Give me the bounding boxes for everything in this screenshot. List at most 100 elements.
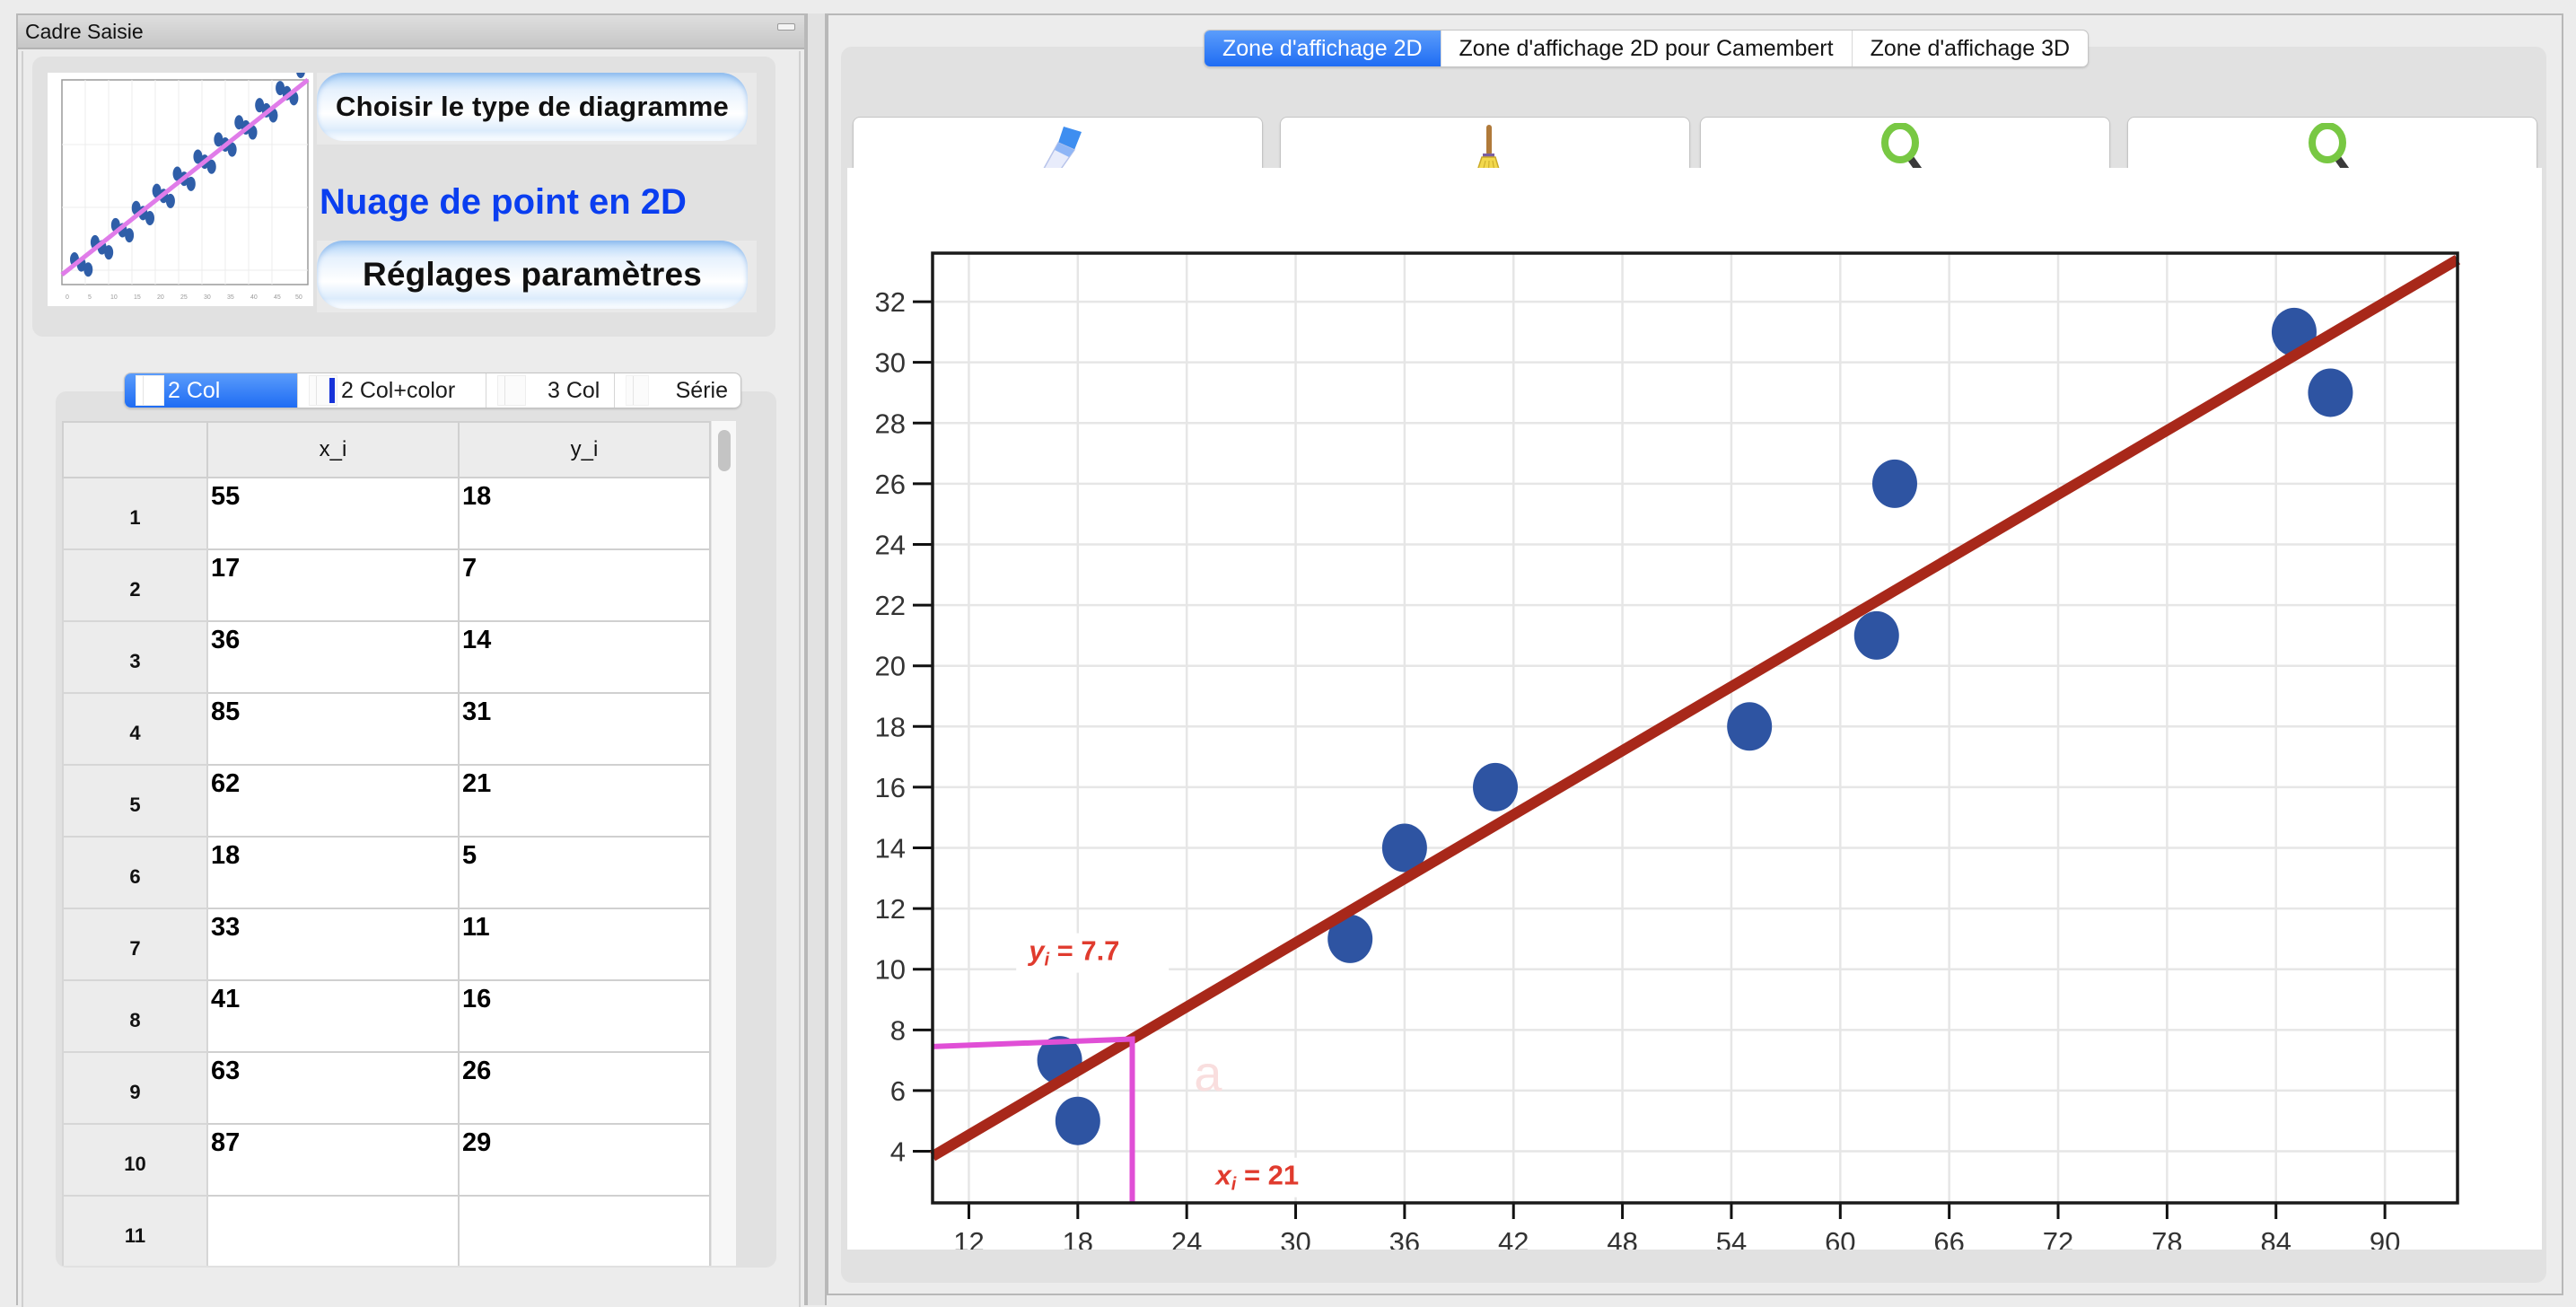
input-mode-3-col[interactable]: 3 Col: [486, 373, 615, 408]
y-tick-label: 4: [890, 1136, 906, 1168]
cell-x[interactable]: 33: [206, 908, 460, 981]
x-tick-label: 48: [1607, 1226, 1637, 1250]
row-header[interactable]: 3: [62, 620, 208, 694]
cell-y[interactable]: 11: [458, 908, 711, 981]
chart-area[interactable]: 12 18 24 30 36 42 48 54 60 66 72 78 84 90 4 6 8 10 12 14 16 1…: [847, 168, 2542, 1250]
table-row: 9 63 26: [62, 1051, 711, 1125]
scrollbar-thumb[interactable]: [718, 430, 731, 471]
row-header[interactable]: 11: [62, 1195, 208, 1266]
svg-text:5: 5: [88, 294, 92, 301]
cell-y[interactable]: [458, 1195, 711, 1266]
settings-button[interactable]: Réglages paramètres: [317, 241, 757, 312]
cell-x[interactable]: 55: [206, 477, 460, 550]
scatter-chart: 12 18 24 30 36 42 48 54 60 66 72 78 84 90 4 6 8 10 12 14 16 1…: [875, 251, 2461, 1250]
data-table: x_i y_i 1 55 18 2 17 7 3 36 14 4 85 31 5 62 21 6 18 5 7 33 1…: [62, 421, 711, 1266]
row-header[interactable]: 7: [62, 908, 208, 981]
x-tick-label: 24: [1171, 1226, 1202, 1250]
display-tab-content: 12 18 24 30 36 42 48 54 60 66 72 78 84 90 4 6 8 10 12 14 16 1…: [841, 47, 2546, 1283]
x-tick-label: 90: [2370, 1226, 2400, 1250]
table-row: 11: [62, 1195, 711, 1266]
cell-y[interactable]: 7: [458, 548, 711, 622]
thumbnail-dot: [125, 228, 135, 243]
row-header[interactable]: 6: [62, 836, 208, 909]
thumbnail-dot: [104, 245, 114, 260]
annotation-label: yi = 7.7: [1027, 935, 1119, 970]
scatter-point: [1055, 1096, 1100, 1145]
svg-text:0: 0: [66, 294, 69, 301]
y-tick-label: 30: [875, 347, 906, 379]
y-tick-label: 8: [890, 1014, 906, 1046]
x-tick-label: 78: [2151, 1226, 2182, 1250]
row-header[interactable]: 4: [62, 692, 208, 766]
row-header[interactable]: 10: [62, 1123, 208, 1197]
row-header[interactable]: 5: [62, 764, 208, 838]
thumbnail-dot: [165, 193, 175, 208]
cell-x[interactable]: 17: [206, 548, 460, 622]
svg-text:40: 40: [250, 294, 258, 301]
table-corner[interactable]: [62, 421, 208, 478]
cell-x[interactable]: 18: [206, 836, 460, 909]
row-header[interactable]: 9: [62, 1051, 208, 1125]
choose-chart-type-button[interactable]: Choisir le type de diagramme: [317, 73, 757, 145]
y-tick-label: 24: [875, 529, 906, 560]
thumbnail-dot: [83, 262, 93, 277]
table-scrollbar[interactable]: [711, 421, 736, 1266]
table-row: 2 17 7: [62, 548, 711, 622]
tab-3d[interactable]: Zone d'affichage 3D: [1853, 31, 2089, 66]
input-mode-2-col[interactable]: 2 Col: [125, 373, 298, 408]
svg-text:15: 15: [134, 294, 141, 301]
cell-y[interactable]: 21: [458, 764, 711, 838]
y-tick-label: 18: [875, 711, 906, 742]
cell-y[interactable]: 18: [458, 477, 711, 550]
svg-text:20: 20: [157, 294, 164, 301]
panel-title: Cadre Saisie: [25, 20, 144, 43]
cell-y[interactable]: 16: [458, 979, 711, 1053]
collapse-panel-button[interactable]: [777, 23, 795, 31]
tab-2d-pie[interactable]: Zone d'affichage 2D pour Camembert: [1441, 31, 1853, 66]
row-header[interactable]: 1: [62, 477, 208, 550]
settings-label: Réglages paramètres: [317, 241, 748, 309]
cell-y[interactable]: 29: [458, 1123, 711, 1197]
scatter-point: [1727, 702, 1773, 751]
table-2col-color-icon: [309, 375, 337, 406]
display-tabs: Zone d'affichage 2D Zone d'affichage 2D …: [1204, 30, 2090, 67]
input-mode-2-col-color[interactable]: 2 Col+color: [298, 373, 486, 408]
cell-x[interactable]: 87: [206, 1123, 460, 1197]
x-tick-label: 18: [1063, 1226, 1093, 1250]
cell-y[interactable]: 26: [458, 1051, 711, 1125]
svg-text:35: 35: [227, 294, 234, 301]
cell-y[interactable]: 5: [458, 836, 711, 909]
row-header[interactable]: 2: [62, 548, 208, 622]
panel-header: Cadre Saisie: [18, 15, 804, 49]
cell-y[interactable]: 31: [458, 692, 711, 766]
column-header-x[interactable]: x_i: [206, 421, 460, 478]
scatter-point: [1871, 459, 1917, 508]
cell-x[interactable]: 36: [206, 620, 460, 694]
row-header[interactable]: 8: [62, 979, 208, 1053]
selected-chart-type: Nuage de point en 2D: [320, 182, 687, 222]
cell-x[interactable]: 85: [206, 692, 460, 766]
input-mode-label: 2 Col+color: [341, 377, 456, 403]
svg-text:50: 50: [295, 294, 302, 301]
scatter-point: [1853, 610, 1899, 660]
y-tick-label: 14: [875, 833, 906, 864]
cell-x[interactable]: 62: [206, 764, 460, 838]
x-tick-label: 42: [1498, 1226, 1529, 1250]
y-tick-label: 12: [875, 893, 906, 925]
cell-x[interactable]: [206, 1195, 460, 1266]
display-panel: 12 18 24 30 36 42 48 54 60 66 72 78 84 90 4 6 8 10 12 14 16 1…: [827, 13, 2563, 1295]
cell-y[interactable]: 14: [458, 620, 711, 694]
input-mode-serie[interactable]: Série: [615, 373, 740, 408]
cell-x[interactable]: 41: [206, 979, 460, 1053]
thumbnail-dot: [145, 211, 154, 225]
column-header-y[interactable]: y_i: [458, 421, 711, 478]
svg-text:30: 30: [204, 294, 211, 301]
scatter-point: [2308, 368, 2353, 417]
input-mode-label: 3 Col: [548, 377, 600, 403]
input-panel: Cadre Saisie 0 5 10 15 20 25 30 35 40 45…: [16, 13, 806, 1307]
cell-x[interactable]: 63: [206, 1051, 460, 1125]
tab-2d[interactable]: Zone d'affichage 2D: [1205, 31, 1441, 66]
table-row: 1 55 18: [62, 477, 711, 550]
table-row: 10 87 29: [62, 1123, 711, 1197]
panel-splitter[interactable]: [806, 13, 827, 1305]
